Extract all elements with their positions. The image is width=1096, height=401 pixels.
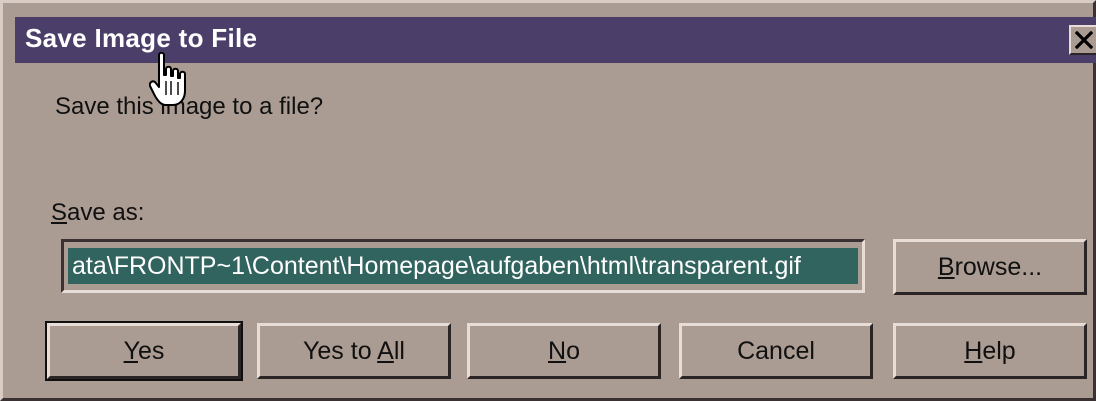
save-as-label-rest: ave as: — [67, 199, 145, 226]
yes-to-all-button[interactable]: Yes to All — [257, 323, 451, 379]
no-button[interactable]: No — [467, 323, 661, 379]
save-image-dialog: Save Image to File Save this image to a … — [0, 0, 1096, 401]
close-icon — [1075, 31, 1093, 49]
yes-mnemonic: Y — [123, 336, 138, 365]
yes-to-all-rest: ll — [393, 336, 405, 365]
no-mnemonic: N — [548, 336, 567, 365]
help-button[interactable]: Help — [893, 323, 1087, 379]
help-label-rest: elp — [982, 336, 1016, 365]
yes-to-all-mnemonic: A — [377, 336, 394, 365]
save-as-label: Save as: — [51, 199, 144, 227]
yes-button[interactable]: Yes — [45, 321, 243, 381]
save-as-path-field[interactable]: ata\FRONTP~1\Content\Homepage\aufgaben\h… — [61, 239, 865, 293]
title-bar[interactable]: Save Image to File — [15, 17, 1096, 63]
save-as-mnemonic: S — [51, 199, 68, 226]
yes-label-rest: es — [137, 336, 165, 365]
cancel-button[interactable]: Cancel — [679, 323, 873, 379]
cancel-label: Cancel — [737, 336, 815, 365]
close-button[interactable] — [1069, 25, 1096, 55]
browse-button[interactable]: Browse... — [893, 239, 1087, 295]
yes-to-all-prefix: Yes to — [303, 336, 378, 365]
browse-mnemonic: B — [937, 252, 955, 281]
dialog-title: Save Image to File — [25, 23, 258, 53]
help-mnemonic: H — [964, 336, 983, 365]
path-value: ata\FRONTP~1\Content\Homepage\aufgaben\h… — [72, 252, 801, 280]
path-selection-highlight: ata\FRONTP~1\Content\Homepage\aufgaben\h… — [68, 248, 858, 284]
no-label-rest: o — [566, 336, 580, 365]
prompt-text: Save this image to a file? — [55, 93, 324, 120]
browse-label-rest: rowse... — [954, 252, 1043, 281]
